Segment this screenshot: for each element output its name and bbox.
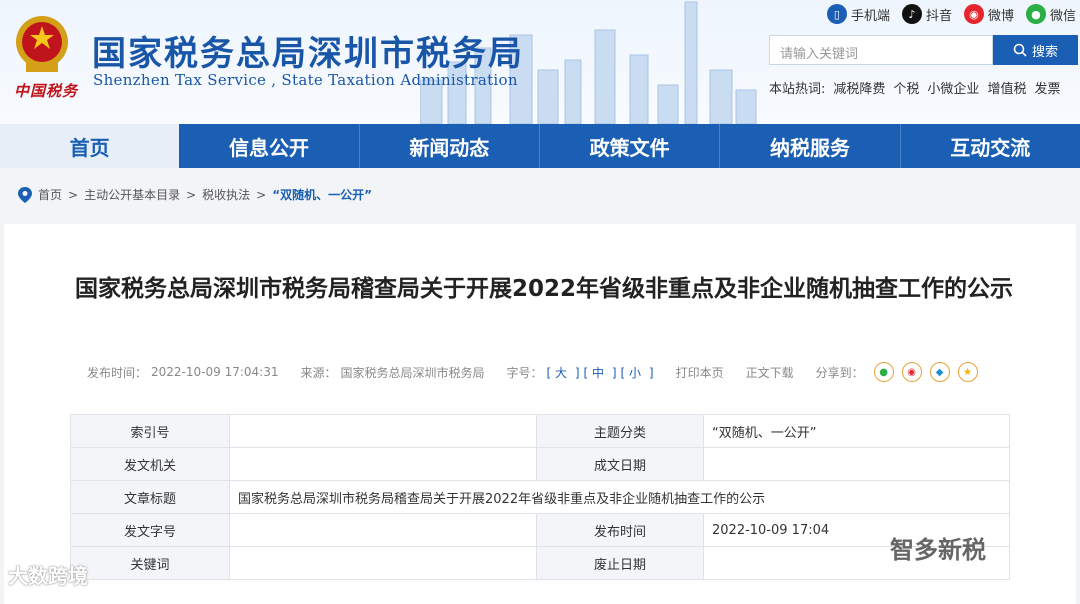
nav-info-disclosure[interactable]: 信息公开 [179, 124, 360, 168]
top-link-label: 抖音 [925, 8, 952, 24]
info-key: 发文字号 [70, 513, 230, 547]
national-emblem-icon [16, 16, 68, 72]
top-link-wechat[interactable]: ● 微信 [1025, 4, 1076, 24]
search-button[interactable]: 搜索 [993, 35, 1078, 65]
mobile-icon: ▯ [826, 4, 847, 24]
info-value [229, 513, 537, 547]
top-link-mobile[interactable]: ▯ 手机端 [826, 4, 890, 24]
publish-time: 2022-10-09 17:04:31 [151, 365, 279, 379]
info-key: 发布时间 [536, 513, 704, 547]
hot-keyword[interactable]: 发票 [1034, 78, 1060, 97]
font-size-medium[interactable]: [ 中 ] [584, 364, 617, 381]
breadcrumb-separator: > [256, 187, 267, 202]
share-wechat-icon[interactable]: ● [873, 362, 894, 382]
douyin-icon: ♪ [901, 4, 922, 24]
table-row: 发文机关 成文日期 [70, 447, 1010, 481]
share-qq-icon[interactable]: ◆ [929, 362, 950, 382]
top-link-weibo[interactable]: ◉ 微博 [963, 4, 1014, 24]
nav-news[interactable]: 新闻动态 [360, 124, 540, 168]
info-key: 关键词 [70, 546, 230, 580]
top-link-douyin[interactable]: ♪ 抖音 [901, 4, 952, 24]
info-value [229, 546, 537, 580]
info-key: 发文机关 [70, 447, 230, 481]
share-weibo-icon[interactable]: ◉ [901, 362, 922, 382]
top-link-label: 手机端 [850, 8, 890, 24]
table-row: 索引号 主题分类 “双随机、一公开” [70, 414, 1010, 448]
info-key: 索引号 [70, 414, 230, 448]
watermark-right: 智多新税 [890, 536, 986, 564]
breadcrumb-home[interactable]: 首页 [38, 186, 62, 203]
watermark-left: 大数跨境 [8, 564, 88, 588]
article-meta: 发布时间： 2022-10-09 17:04:31 来源： 国家税务总局深圳市税… [87, 362, 986, 382]
hot-keyword[interactable]: 个税 [893, 78, 919, 97]
site-title[interactable]: 国家税务总局深圳市税务局 [92, 26, 524, 75]
top-link-label: 微博 [987, 8, 1014, 24]
font-size-large-label: 大 [555, 365, 568, 380]
top-link-label: 微信 [1049, 8, 1076, 24]
table-row: 文章标题 国家税务总局深圳市税务局稽查局关于开展2022年省级非重点及非企业随机… [70, 480, 1010, 514]
breadcrumb-current[interactable]: “双随机、一公开” [272, 186, 372, 203]
wechat-icon: ● [1025, 4, 1046, 24]
table-row: 发文字号 发布时间 2022-10-09 17:04 [70, 513, 1010, 547]
publish-time-label: 发布时间： [87, 365, 148, 380]
china-tax-logo-text: 中国税务 [14, 82, 79, 100]
main-nav: 首页 信息公开 新闻动态 政策文件 纳税服务 互动交流 [0, 124, 1080, 168]
weibo-icon: ◉ [963, 4, 984, 24]
nav-interaction[interactable]: 互动交流 [901, 124, 1080, 168]
download-link[interactable]: 正文下载 [746, 364, 794, 381]
top-links: ▯ 手机端 ♪ 抖音 ◉ 微博 ● 微信 [826, 4, 1076, 24]
site-header: 中国税务 国家税务总局深圳市税务局 Shenzhen Tax Service ,… [0, 0, 1080, 124]
search-input[interactable]: 请输入关键词 [769, 35, 993, 65]
breadcrumb-separator: > [186, 187, 197, 202]
document-info-table: 索引号 主题分类 “双随机、一公开” 发文机关 成文日期 文章标题 国家税务总局… [70, 414, 1010, 580]
info-value [229, 447, 537, 481]
hot-keywords-label: 本站热词: [769, 82, 826, 97]
info-key: 废止日期 [536, 546, 704, 580]
share-buttons: ● ◉ ◆ ★ [873, 362, 982, 382]
breadcrumb-separator: > [68, 187, 79, 202]
source: 国家税务总局深圳市税务局 [340, 365, 485, 380]
share-qzone-icon[interactable]: ★ [957, 362, 978, 382]
table-row: 关键词 废止日期 [70, 546, 1010, 580]
hot-keyword[interactable]: 减税降费 [833, 78, 885, 97]
info-key: 成文日期 [536, 447, 704, 481]
search-icon [1013, 43, 1027, 57]
breadcrumb-tax-enforcement[interactable]: 税收执法 [202, 186, 250, 203]
location-pin-icon [18, 186, 32, 203]
info-value: 国家税务总局深圳市税务局稽查局关于开展2022年省级非重点及非企业随机抽查工作的… [229, 480, 1010, 514]
nav-tax-service[interactable]: 纳税服务 [720, 124, 901, 168]
font-size-large[interactable]: [ 大 ] [547, 364, 580, 381]
info-key: 主题分类 [536, 414, 704, 448]
info-value [229, 414, 537, 448]
source-label: 来源： [300, 365, 337, 380]
font-size-small[interactable]: [ 小 ] [621, 364, 654, 381]
font-size-small-label: 小 [629, 365, 642, 380]
search-button-label: 搜索 [1031, 44, 1058, 60]
breadcrumb-catalog[interactable]: 主动公开基本目录 [84, 186, 180, 203]
nav-home[interactable]: 首页 [0, 124, 180, 168]
share-label: 分享到： [815, 365, 864, 380]
breadcrumb: 首页 > 主动公开基本目录 > 税收执法 > “双随机、一公开” [18, 186, 372, 203]
hot-keywords: 本站热词: 减税降费 个税 小微企业 增值税 发票 [769, 78, 1060, 97]
info-value [703, 447, 1010, 481]
hot-keyword[interactable]: 增值税 [987, 78, 1026, 97]
site-subtitle: Shenzhen Tax Service , State Taxation Ad… [93, 71, 518, 89]
hot-keyword[interactable]: 小微企业 [927, 78, 979, 97]
info-value: “双随机、一公开” [703, 414, 1010, 448]
font-size-label: 字号： [506, 365, 543, 380]
font-size-medium-label: 中 [592, 365, 605, 380]
nav-policy[interactable]: 政策文件 [540, 124, 721, 168]
article-title: 国家税务总局深圳市税务局稽查局关于开展2022年省级非重点及非企业随机抽查工作的… [74, 276, 1013, 302]
print-link[interactable]: 打印本页 [676, 364, 724, 381]
info-key: 文章标题 [70, 480, 230, 514]
